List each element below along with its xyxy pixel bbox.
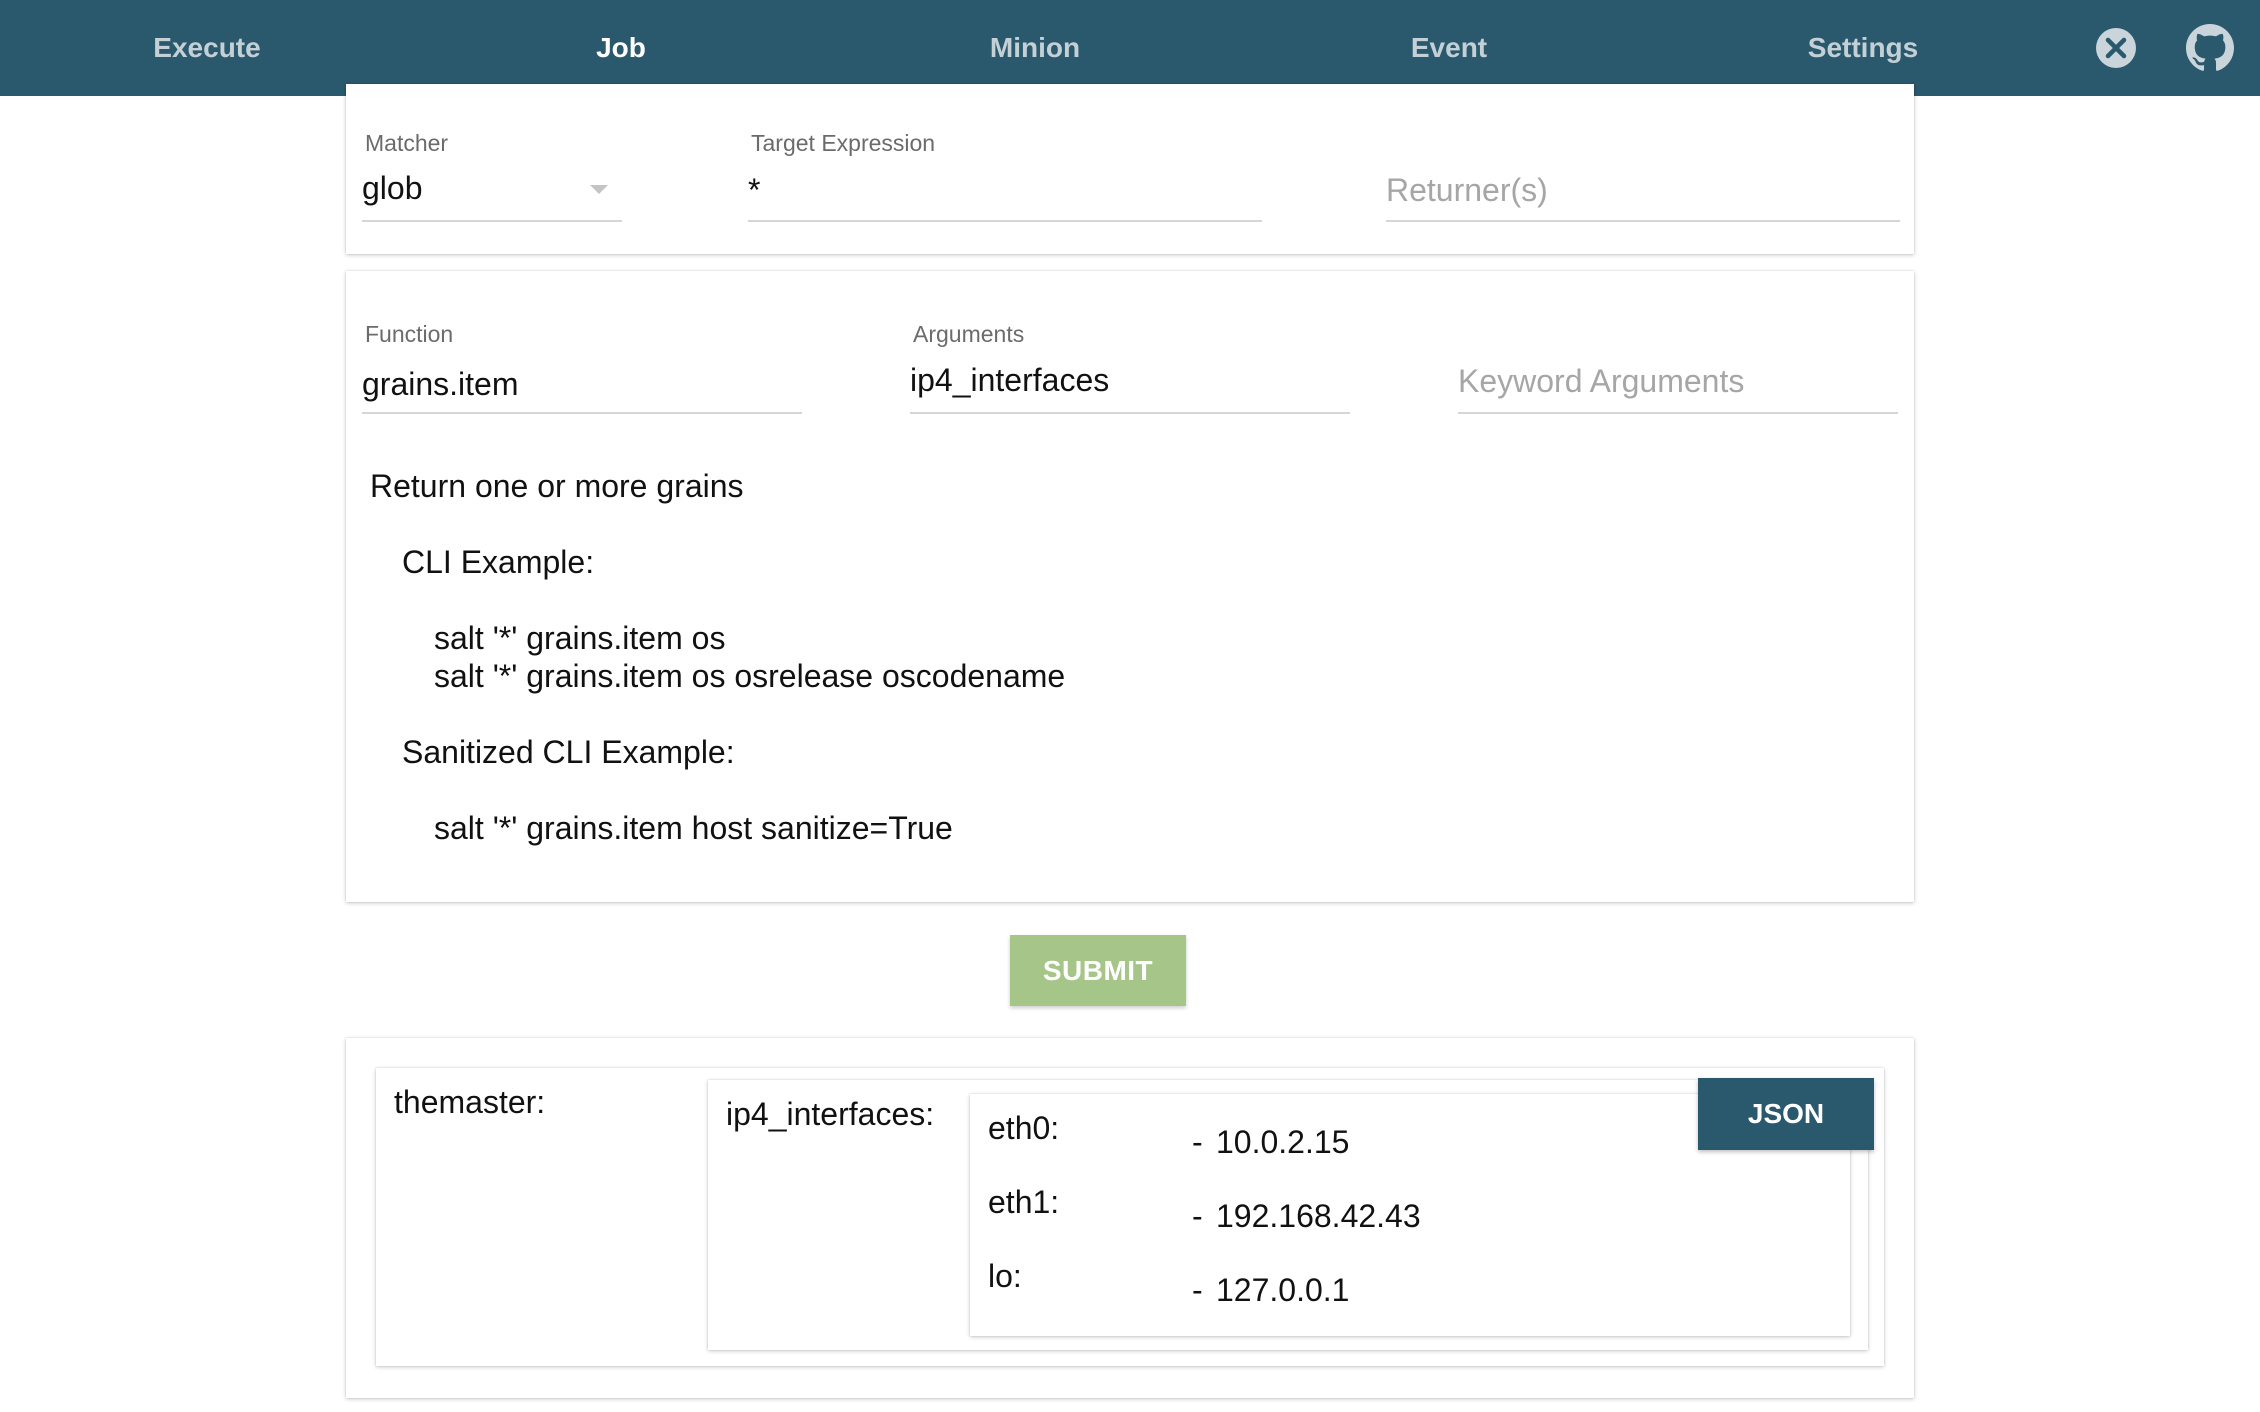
matcher-underline — [362, 220, 622, 222]
doc-cli-heading: CLI Example: — [402, 544, 595, 580]
interface-name: lo: — [988, 1258, 1022, 1294]
matcher-select-value[interactable]: glob — [362, 170, 423, 207]
list-dash: - — [1192, 1198, 1203, 1234]
close-circle-icon[interactable] — [2092, 24, 2140, 72]
tab-execute[interactable]: Execute — [0, 0, 414, 96]
interface-name: eth1: — [988, 1184, 1060, 1220]
function-input[interactable]: grains.item — [362, 366, 519, 403]
tab-minion[interactable]: Minion — [828, 0, 1242, 96]
submit-button[interactable]: SUBMIT — [1010, 935, 1186, 1006]
returners-input[interactable]: Returner(s) — [1386, 172, 1548, 209]
function-card: Function grains.item Arguments ip4_inter… — [346, 271, 1914, 902]
top-nav-bar: Execute Job Minion Event Settings — [0, 0, 2260, 96]
result-card: themaster: ip4_interfaces: eth0: - 10.0.… — [346, 1038, 1914, 1398]
returners-underline — [1386, 220, 1900, 222]
interface-ip: 192.168.42.43 — [1216, 1198, 1421, 1234]
tab-job[interactable]: Job — [414, 0, 828, 96]
arguments-input[interactable]: ip4_interfaces — [910, 362, 1109, 399]
target-card: Matcher glob Target Expression * Returne… — [346, 84, 1914, 254]
tab-event[interactable]: Event — [1242, 0, 1656, 96]
target-expression-input[interactable]: * — [748, 172, 760, 209]
tab-settings[interactable]: Settings — [1656, 0, 2070, 96]
interface-ip: 10.0.2.15 — [1216, 1124, 1350, 1160]
grain-result-box: ip4_interfaces: eth0: - 10.0.2.15 eth1: … — [708, 1080, 1868, 1350]
doc-summary: Return one or more grains — [370, 468, 744, 504]
interface-ip: 127.0.0.1 — [1216, 1272, 1350, 1308]
list-dash: - — [1192, 1272, 1203, 1308]
doc-sanitized-heading: Sanitized CLI Example: — [402, 734, 735, 770]
minion-result-box: themaster: ip4_interfaces: eth0: - 10.0.… — [376, 1068, 1884, 1366]
target-expression-underline — [748, 220, 1262, 222]
github-icon[interactable] — [2186, 24, 2234, 72]
target-expression-label: Target Expression — [751, 130, 936, 156]
grain-name: ip4_interfaces: — [726, 1096, 935, 1132]
minion-name: themaster: — [394, 1084, 546, 1120]
function-underline — [362, 412, 802, 414]
function-label: Function — [365, 321, 454, 347]
chevron-down-icon[interactable] — [588, 184, 610, 196]
keyword-arguments-underline — [1458, 412, 1898, 414]
arguments-label: Arguments — [913, 321, 1025, 347]
doc-sanitized-line: salt '*' grains.item host sanitize=True — [434, 810, 953, 846]
list-dash: - — [1192, 1124, 1203, 1160]
arguments-underline — [910, 412, 1350, 414]
interface-name: eth0: — [988, 1110, 1060, 1146]
doc-cli-line-2: salt '*' grains.item os osrelease oscode… — [434, 658, 1066, 694]
keyword-arguments-input[interactable]: Keyword Arguments — [1458, 363, 1744, 400]
matcher-label: Matcher — [365, 130, 449, 156]
doc-cli-line-1: salt '*' grains.item os — [434, 620, 726, 656]
json-button[interactable]: JSON — [1698, 1078, 1874, 1150]
